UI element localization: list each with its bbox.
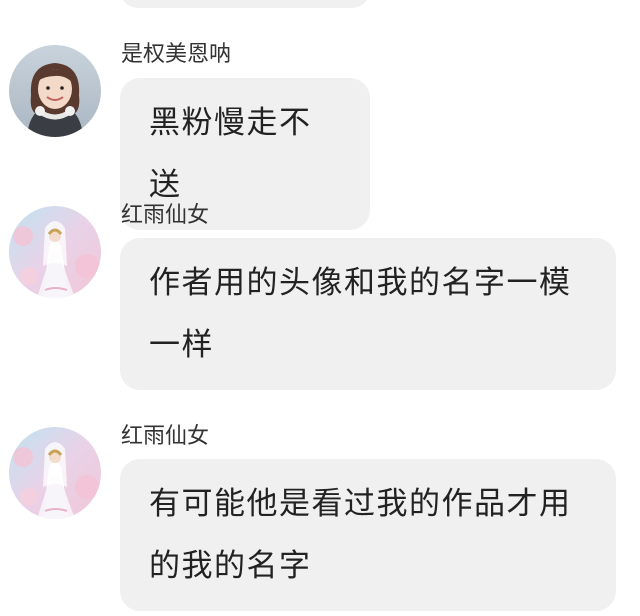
message-bubble[interactable]: 有可能他是看过我的作品才用的我的名字 xyxy=(120,459,616,611)
user-avatar[interactable] xyxy=(9,427,101,519)
previous-message-bubble[interactable] xyxy=(120,0,370,8)
user-avatar[interactable] xyxy=(9,206,101,298)
chat-thread[interactable]: 是权美恩呐 黑粉慢走不送 红雨仙女 作者用的头像和我的名字一模一样 红雨仙女 有… xyxy=(0,0,640,616)
message-bubble[interactable]: 作者用的头像和我的名字一模一样 xyxy=(120,238,616,390)
sender-name[interactable]: 红雨仙女 xyxy=(121,202,209,230)
user-avatar[interactable] xyxy=(9,45,101,137)
sender-name[interactable]: 是权美恩呐 xyxy=(121,41,231,69)
fairy-illustration-avatar-icon xyxy=(9,206,101,298)
sender-name[interactable]: 红雨仙女 xyxy=(121,423,209,451)
fairy-illustration-avatar-icon xyxy=(9,427,101,519)
girl-photo-avatar-icon xyxy=(9,45,101,137)
